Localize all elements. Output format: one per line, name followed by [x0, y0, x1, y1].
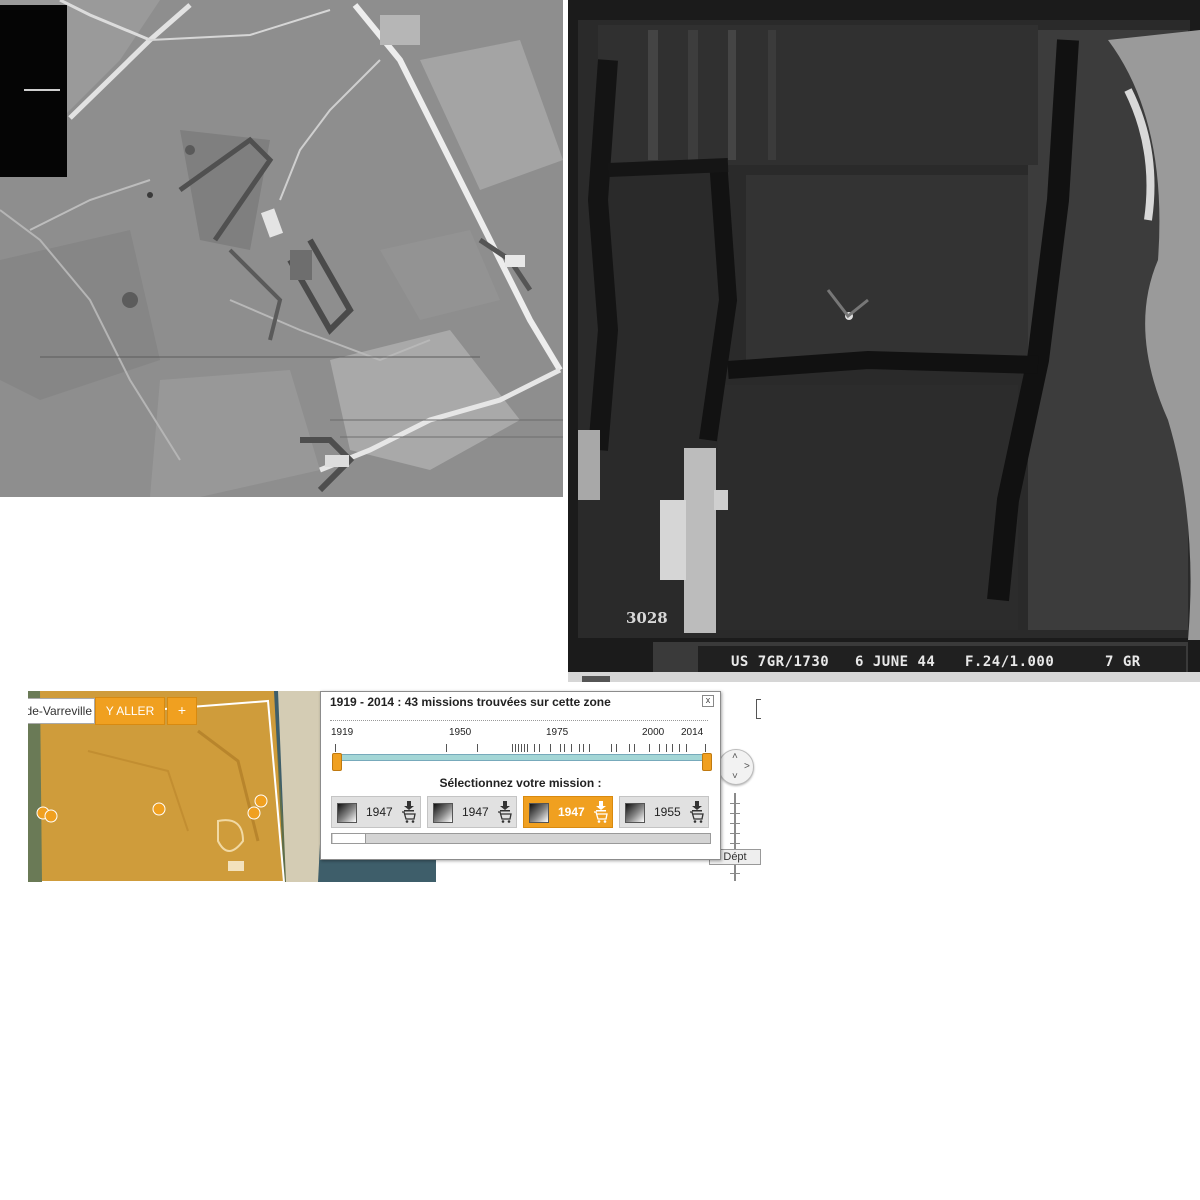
pan-control[interactable]: ˄ ˃ ˅ [718, 749, 754, 785]
timeline-start-handle[interactable] [332, 753, 342, 771]
pan-up-icon[interactable]: ˄ [732, 752, 738, 762]
mission-thumbnail-icon[interactable] [625, 803, 645, 823]
scrollbar-thumb[interactable] [333, 834, 366, 843]
mission-thumbnail-icon[interactable] [337, 803, 357, 823]
more-button[interactable]: + [167, 697, 197, 725]
download-cart-icon[interactable] [401, 800, 417, 824]
frame-number: 3028 [626, 609, 668, 627]
mission-card[interactable]: 1947 [331, 796, 421, 828]
mission-year: 1947 [462, 805, 489, 819]
download-cart-icon[interactable] [497, 800, 513, 824]
caption-group: 7 GR [1105, 654, 1141, 670]
aerial-photo-right-image [568, 0, 1200, 682]
go-button[interactable]: Y ALLER [95, 697, 165, 725]
caption-date: 6 JUNE 44 [855, 654, 936, 670]
place-search-input[interactable]: de-Varreville [28, 698, 95, 724]
mission-card[interactable]: 1947 [427, 796, 517, 828]
download-cart-icon[interactable] [689, 800, 705, 824]
zoom-slider[interactable] [730, 793, 740, 881]
aerial-photo-right: 3028 US 7GR/1730 6 JUNE 44 F.24/1.000 7 … [568, 0, 1200, 682]
select-mission-label: Sélectionnez votre mission : [439, 776, 602, 790]
timeline-end-handle[interactable] [702, 753, 712, 771]
aerial-photo-left [0, 0, 563, 497]
mission-thumbnail-icon[interactable] [433, 803, 453, 823]
caption-sortie: US 7GR/1730 [731, 654, 830, 670]
mission-scrollbar[interactable] [331, 833, 711, 844]
mission-year: 1955 [654, 805, 681, 819]
film-caption: US 7GR/1730 6 JUNE 44 F.24/1.000 7 GR [703, 651, 1183, 673]
timeline-scale [331, 743, 709, 753]
caption-lens: F.24/1.000 [965, 654, 1055, 670]
aerial-photo-left-image [0, 0, 563, 497]
timeline-label: 1975 [546, 727, 569, 738]
timeline-label: 1950 [449, 727, 472, 738]
timeline-label: 2000 [642, 727, 665, 738]
close-icon[interactable]: x [702, 695, 714, 707]
mission-popup: 1919 - 2014 : 43 missions trouvées sur c… [320, 691, 721, 860]
popup-title: 1919 - 2014 : 43 missions trouvées sur c… [330, 695, 611, 709]
timeline-label-start: 1919 [331, 727, 354, 738]
download-cart-icon[interactable] [593, 800, 609, 824]
mission-thumbnail-icon[interactable] [529, 803, 549, 823]
mission-year: 1947 [366, 805, 393, 819]
divider [330, 720, 708, 721]
timeline-range-track[interactable] [335, 754, 708, 761]
mission-card[interactable]: 1947 [523, 796, 613, 828]
mission-year: 1947 [558, 805, 585, 819]
mission-card[interactable]: 1955 [619, 796, 709, 828]
timeline-label-end: 2014 [681, 727, 704, 738]
fullscreen-icon[interactable] [756, 699, 761, 719]
pan-down-icon[interactable]: ˅ [732, 772, 738, 782]
pan-right-icon[interactable]: ˃ [744, 762, 750, 772]
